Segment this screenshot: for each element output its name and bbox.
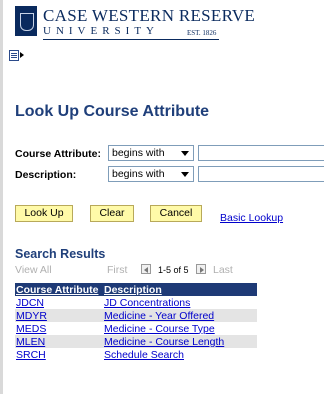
logo-line-2: UNIVERSITY [43,25,159,37]
attribute-description-link[interactable]: Medicine - Year Offered [104,310,214,322]
logo-est: EST. 1826 [187,29,217,37]
logo-line-1: CASE WESTERN RESERVE [43,6,256,25]
description-input[interactable] [198,166,324,182]
table-row: MLEN Medicine - Course Length [15,335,257,348]
look-up-button[interactable]: Look Up [15,205,73,222]
next-page-icon [196,264,206,274]
dropdown-arrow-icon [181,172,189,177]
column-header-course-attribute[interactable]: Course Attribute [15,283,103,296]
column-header-description[interactable]: Description [103,283,257,296]
course-attribute-label: Course Attribute: [15,148,101,160]
table-row: MEDS Medicine - Course Type [15,322,257,335]
menu-toggle-icon[interactable] [9,50,24,62]
expand-arrow-icon [20,52,24,58]
table-row: SRCH Schedule Search [15,348,257,361]
cancel-button[interactable]: Cancel [150,205,202,222]
course-attribute-operator-select[interactable]: begins with [108,145,194,161]
pager-last: Last [213,264,233,276]
basic-lookup-link[interactable]: Basic Lookup [220,212,283,224]
clear-button[interactable]: Clear [90,205,134,222]
university-logo: CASE WESTERN RESERVE UNIVERSITY EST. 182… [15,6,255,40]
table-row: JDCN JD Concentrations [15,296,257,309]
search-results-title: Search Results [15,247,106,261]
attribute-code-link[interactable]: SRCH [16,349,46,361]
results-table: Course Attribute Description JDCN JD Con… [15,283,257,361]
pager-count: 1-5 of 5 [158,265,189,275]
previous-page-icon [141,264,151,274]
description-operator-select[interactable]: begins with [108,166,194,182]
menu-icon [9,50,19,61]
description-operator-value: begins with [112,168,165,180]
attribute-code-link[interactable]: MDYR [16,310,47,322]
pager-first: First [107,264,128,276]
dropdown-arrow-icon [181,151,189,156]
logo-rule [43,39,219,40]
attribute-code-link[interactable]: JDCN [16,297,44,309]
attribute-description-link[interactable]: Schedule Search [104,349,184,361]
table-row: MDYR Medicine - Year Offered [15,309,257,322]
course-attribute-input[interactable] [198,145,324,161]
attribute-description-link[interactable]: JD Concentrations [104,297,190,309]
view-all-link: View All [15,264,52,276]
university-seal-icon [15,6,37,36]
attribute-code-link[interactable]: MEDS [16,323,46,335]
attribute-description-link[interactable]: Medicine - Course Type [104,323,215,335]
description-label: Description: [15,169,77,181]
window-frame-edge [0,0,3,394]
results-header-row: Course Attribute Description [15,283,257,296]
page-title: Look Up Course Attribute [15,103,210,120]
course-attribute-operator-value: begins with [112,147,165,159]
attribute-code-link[interactable]: MLEN [16,336,45,348]
attribute-description-link[interactable]: Medicine - Course Length [104,336,224,348]
